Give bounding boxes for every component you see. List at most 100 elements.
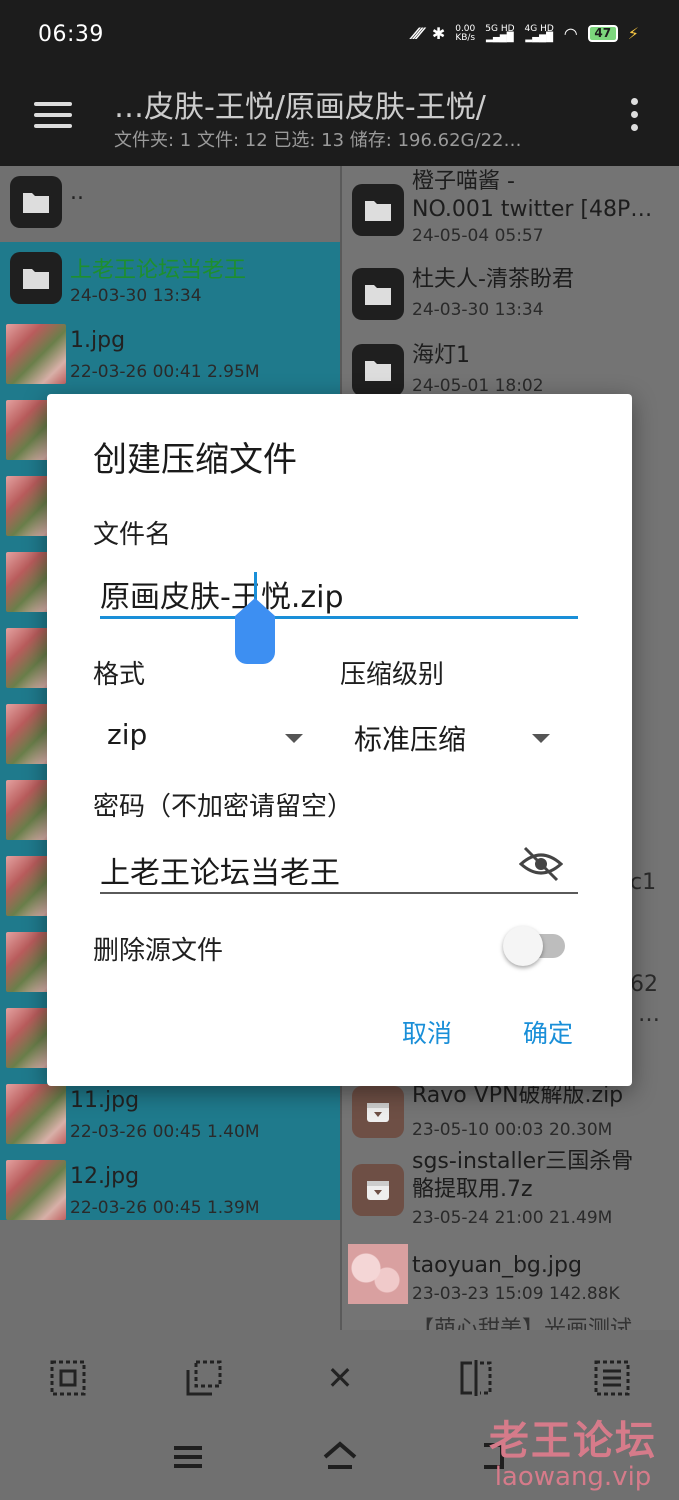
item-meta: 22-03-26 00:45 1.40M [70,1122,260,1142]
dropdown-arrow-icon [532,734,550,743]
item-meta: 24-03-30 13:34 [70,286,202,306]
item-meta: 24-05-01 18:02 [412,376,544,396]
format-value: zip [107,718,148,751]
list-item[interactable]: 1.jpg 22-03-26 00:41 2.95M [0,318,340,394]
watermark-title: 老王论坛 [489,1418,657,1464]
item-name: 杜夫人-清茶盼君 [412,267,574,292]
password-underline [100,892,578,894]
overflow-menu-icon[interactable] [631,98,641,137]
toggle-thumb [503,926,543,966]
item-name: 1.jpg [70,328,126,353]
filename-label: 文件名 [93,520,172,550]
image-thumbnail [6,1084,66,1144]
wifi-icon: ◠ [563,24,578,43]
delete-source-label: 删除源文件 [93,936,224,966]
parent-dir-row[interactable]: .. [0,166,340,242]
list-item[interactable]: sgs-installer三国杀骨 骼提取用.7z 23-05-24 21:00… [342,1149,679,1236]
menu-icon[interactable] [34,102,72,132]
compression-level-select[interactable]: 标准压缩 [340,712,570,762]
image-thumbnail [348,1244,408,1304]
list-item[interactable]: 12.jpg 22-03-26 00:45 1.39M [0,1154,340,1230]
partial-text: c1 [630,870,657,895]
select-all-icon[interactable] [50,1360,86,1396]
net-speed-unit: KB/s [455,32,476,43]
image-thumbnail [6,1160,66,1220]
status-bar: 06:39 ⁄⁄⁄ ✱ 0.00 KB/s 5G HD ▂▄▆█ 4G HD ▂▄▆… [0,0,679,76]
create-archive-dialog: 创建压缩文件 文件名 原画皮肤-王悦.zip 格式 压缩级别 zip 标准压缩 … [47,394,632,1086]
folder-icon [352,344,404,396]
list-select-icon[interactable] [594,1360,630,1396]
list-item[interactable]: 【萌心甜美】光画测试 [342,1314,679,1330]
list-item[interactable]: 上老王论坛当老王 24-03-30 13:34 [0,242,340,318]
clear-selection-icon[interactable]: ✕ [322,1360,358,1396]
format-label: 格式 [93,660,146,690]
image-thumbnail [6,324,66,384]
path-title: …皮肤-王悦/原画皮肤-王悦/ [114,90,486,125]
filename-input[interactable]: 原画皮肤-王悦.zip [100,572,344,616]
item-name: 橙子喵酱 - NO.001 twitter [48P… [412,168,652,224]
item-meta: 22-03-26 00:41 2.95M [70,362,260,382]
format-select[interactable]: zip [93,712,313,762]
item-meta: 22-03-26 00:45 1.39M [70,1198,260,1218]
app-bar: …皮肤-王悦/原画皮肤-王悦/ 文件夹: 1 文件: 12 已选: 13 储存:… [0,76,679,166]
filename-underline [100,616,578,619]
item-meta: 23-05-24 21:00 21.49M [412,1208,613,1228]
watermark: 老王论坛 laowang.vip [489,1408,657,1492]
battery-indicator: 47 [587,25,618,42]
password-label: 密码（不加密请留空） [93,792,354,822]
compression-level-value: 标准压缩 [354,723,467,756]
sim2-signal: 4G HD ▂▄▆█ [524,23,554,43]
item-meta: 24-05-04 05:57 [412,226,544,246]
item-name: 11.jpg [70,1088,140,1113]
item-name-line2: 骼提取用.7z [412,1177,533,1202]
watermark-url: laowang.vip [494,1462,652,1492]
ok-button[interactable]: 确定 [523,1014,573,1050]
clock: 06:39 [38,22,104,47]
folder-icon [352,268,404,320]
archive-icon [352,1164,404,1216]
home-icon[interactable] [320,1441,360,1481]
item-name: 上老王论坛当老王 [70,258,247,283]
folder-icon [10,176,62,228]
password-input[interactable]: 上老王论坛当老王 [100,848,340,892]
item-name-line1: 橙子喵酱 - [412,169,515,194]
item-meta: 24-03-30 13:34 [412,300,544,320]
item-name: 【萌心甜美】光画测试 [412,1317,633,1330]
item-name: sgs-installer三国杀骨 骼提取用.7z [412,1148,633,1204]
compression-level-label: 压缩级别 [340,660,445,690]
cursor-drag-handle[interactable] [235,598,275,664]
status-icons: ⁄⁄⁄ ✱ 0.00 KB/s 5G HD ▂▄▆█ 4G HD ▂▄▆█ ◠ 47… [414,24,639,43]
item-name: taoyuan_bg.jpg [412,1253,582,1278]
folder-icon [352,184,404,236]
charging-icon: ⚡ [627,24,639,43]
item-meta: 23-03-23 15:09 142.88K [412,1284,620,1304]
parent-dir-label: .. [70,180,84,205]
folder-summary: 文件夹: 1 文件: 12 已选: 13 储存: 196.62G/22… [114,130,522,151]
dialog-title: 创建压缩文件 [93,440,297,480]
item-name: 12.jpg [70,1164,140,1189]
invert-selection-icon[interactable] [458,1360,494,1396]
cancel-button[interactable]: 取消 [402,1014,452,1050]
sim1-label: 5G HD [485,23,515,34]
select-range-icon[interactable] [186,1360,222,1396]
archive-icon [352,1086,404,1138]
partial-text: 62 [630,972,658,997]
nfc-icon: ⁄⁄⁄ [413,24,422,43]
dropdown-arrow-icon [285,734,303,743]
partial-text: … [638,1002,660,1027]
recents-menu-icon[interactable] [168,1441,208,1481]
list-item[interactable]: 11.jpg 22-03-26 00:45 1.40M [0,1078,340,1154]
list-item[interactable]: 杜夫人-清茶盼君 24-03-30 13:34 [342,254,679,330]
item-meta: 23-05-10 00:03 20.30M [412,1120,613,1140]
sim1-signal: 5G HD ▂▄▆█ [485,23,515,43]
item-name-line2: NO.001 twitter [48P… [412,197,653,222]
list-item[interactable]: Ravo VPN破解版.zip 23-05-10 00:03 20.30M [342,1076,679,1152]
item-name-line1: sgs-installer三国杀骨 [412,1149,634,1174]
list-item[interactable]: taoyuan_bg.jpg 23-03-23 15:09 142.88K [342,1238,679,1314]
filename-text-before-cursor: 原画皮肤- [100,580,231,615]
net-speed: 0.00 KB/s [455,24,476,43]
item-name: Ravo VPN破解版.zip [412,1083,624,1108]
list-item[interactable]: 橙子喵酱 - NO.001 twitter [48P… 24-05-04 05:… [342,166,679,254]
visibility-off-icon[interactable] [518,846,564,882]
folder-icon [10,252,62,304]
